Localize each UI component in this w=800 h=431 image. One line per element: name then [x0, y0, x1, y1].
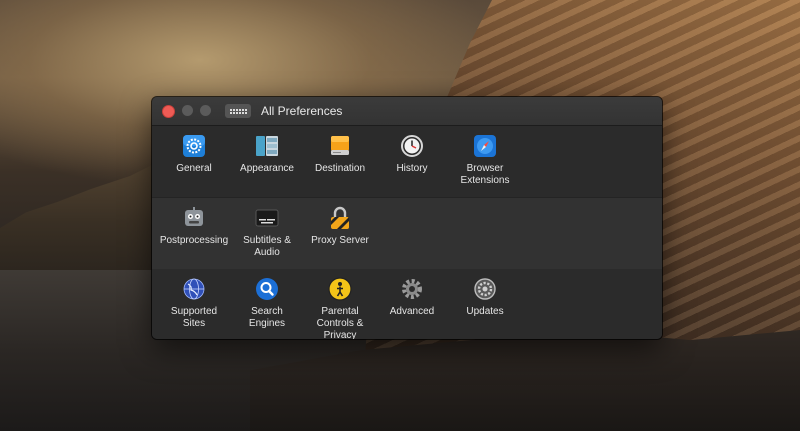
compass-icon — [474, 135, 496, 157]
pref-label: Search Engines — [248, 306, 286, 329]
pref-label: Destination — [314, 163, 366, 174]
updates-icon — [474, 278, 496, 300]
pref-label: Supported Sites — [170, 306, 218, 329]
pref-postprocessing[interactable]: Postprocessing — [158, 206, 230, 247]
clock-icon — [401, 135, 423, 157]
drive-icon — [331, 136, 349, 155]
minimize-window-button[interactable] — [182, 104, 193, 116]
window-controls — [162, 104, 211, 118]
pref-label: Appearance — [240, 163, 294, 174]
pref-parental-controls-privacy[interactable]: Parental Controls & Privacy — [304, 277, 376, 339]
pref-search-engines[interactable]: Search Engines — [231, 277, 303, 330]
pref-label: Updates — [466, 306, 504, 317]
pref-label: Subtitles & Audio — [243, 235, 291, 258]
pref-label: Postprocessing — [159, 235, 229, 246]
pref-label: History — [396, 163, 428, 174]
pref-subtitles-audio[interactable]: Subtitles & Audio — [231, 206, 303, 259]
appearance-icon — [256, 136, 278, 156]
preferences-row-3: Supported Sites Search Engines Parental … — [152, 269, 662, 339]
title-bar: All Preferences — [152, 97, 662, 126]
pref-label: General — [176, 163, 212, 174]
window-title: All Preferences — [261, 104, 343, 118]
show-all-grid-button[interactable] — [225, 104, 251, 118]
parental-icon — [328, 277, 352, 301]
pref-label: Parental Controls & Privacy — [316, 306, 364, 339]
lock-icon — [331, 206, 349, 229]
preferences-window: All Preferences General Appearance Desti… — [152, 97, 662, 339]
pref-proxy-server[interactable]: Proxy Server — [304, 206, 376, 247]
globe-icon — [183, 278, 205, 300]
pref-supported-sites[interactable]: Supported Sites — [158, 277, 230, 330]
pref-general[interactable]: General — [158, 134, 230, 175]
pref-history[interactable]: History — [376, 134, 448, 175]
preferences-row-1: General Appearance Destination History B… — [152, 126, 662, 197]
pref-browser-extensions[interactable]: Browser Extensions — [449, 134, 521, 187]
zoom-window-button[interactable] — [200, 104, 211, 116]
pref-label: Advanced — [389, 306, 435, 317]
pref-updates[interactable]: Updates — [449, 277, 521, 318]
preferences-row-2: Postprocessing Subtitles & Audio Proxy S… — [152, 197, 662, 270]
pref-advanced[interactable]: Advanced — [376, 277, 448, 318]
pref-appearance[interactable]: Appearance — [231, 134, 303, 175]
robot-icon — [185, 207, 203, 226]
pref-label: Proxy Server — [311, 235, 369, 246]
close-window-button[interactable] — [162, 104, 175, 118]
pref-label: Browser Extensions — [460, 163, 510, 186]
magnifier-icon — [256, 278, 278, 300]
general-gear-icon — [183, 135, 205, 157]
pref-destination[interactable]: Destination — [304, 134, 376, 175]
subtitles-icon — [255, 209, 279, 227]
cog-icon — [402, 279, 422, 299]
